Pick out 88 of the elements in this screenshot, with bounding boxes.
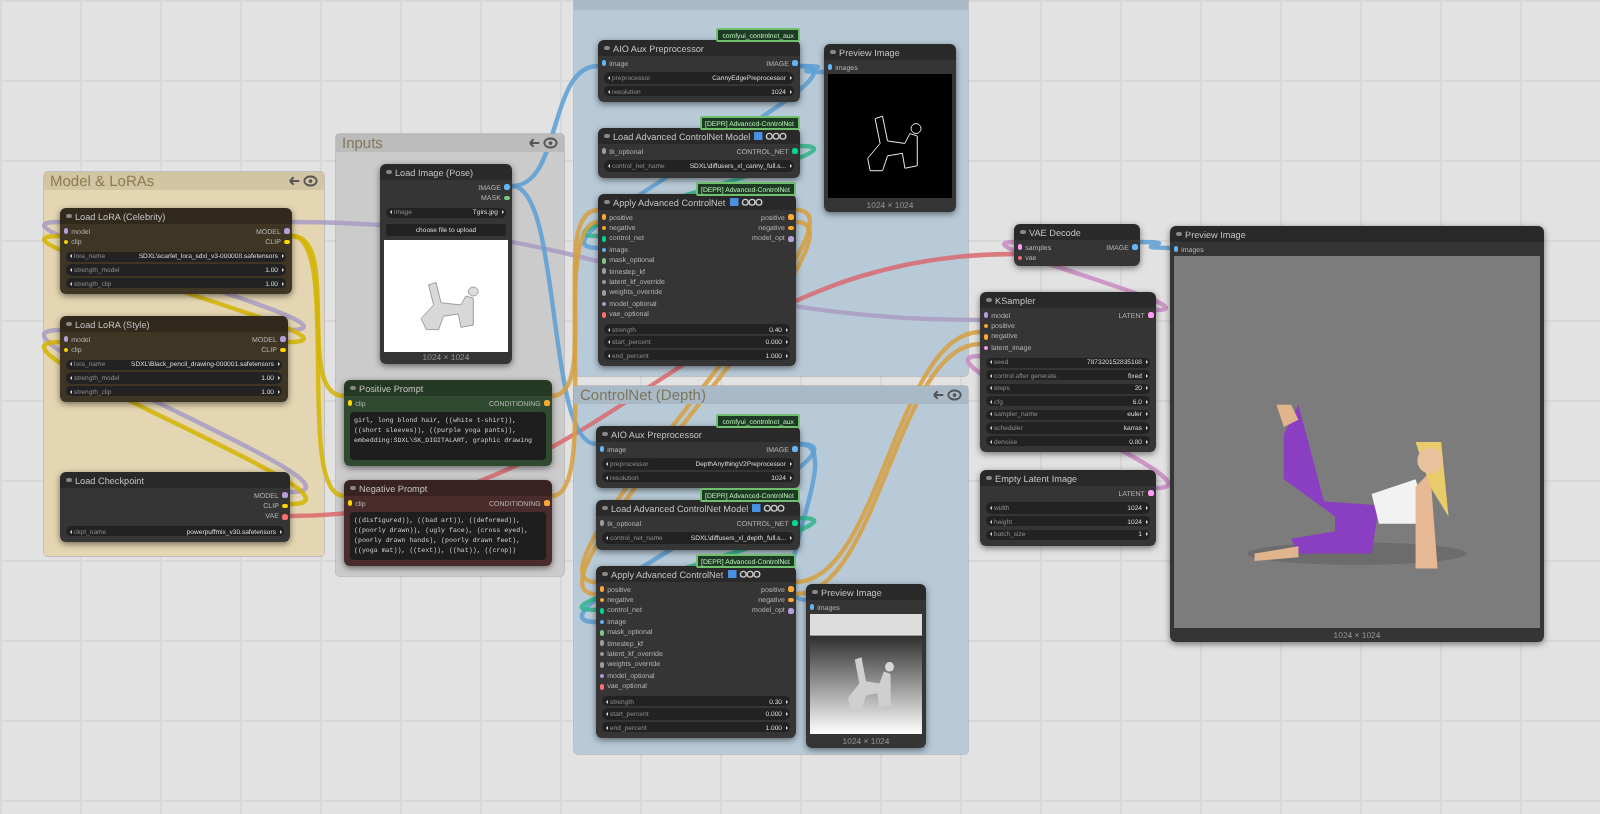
dot-icon[interactable]	[1176, 231, 1181, 237]
slot-dot-icon[interactable]	[601, 290, 607, 296]
slot-dot-icon[interactable]	[601, 301, 607, 307]
slot-dot-icon[interactable]	[283, 228, 289, 234]
slot-dot-icon[interactable]	[599, 597, 605, 603]
slot-dot-icon[interactable]	[599, 619, 605, 625]
slot-dot-icon[interactable]	[791, 446, 797, 452]
slot-dot-icon[interactable]	[787, 236, 793, 242]
slot-dot-icon[interactable]	[601, 279, 607, 285]
slot-dot-icon[interactable]	[601, 60, 607, 66]
slot-dot-icon[interactable]	[787, 214, 793, 220]
slot-dot-icon[interactable]	[601, 236, 607, 242]
dot-icon[interactable]	[604, 133, 609, 139]
dot-icon[interactable]	[986, 297, 991, 303]
slot-dot-icon[interactable]	[601, 268, 607, 274]
slot-dot-icon[interactable]	[599, 446, 605, 452]
slot-dot-icon[interactable]	[599, 683, 605, 689]
slot-dot-icon[interactable]	[983, 323, 989, 329]
slot-dot-icon[interactable]	[791, 148, 797, 154]
slot-dot-icon[interactable]	[281, 514, 287, 520]
slot-dot-icon[interactable]	[1017, 244, 1023, 250]
slot-dot-icon[interactable]	[791, 60, 797, 66]
dot-icon[interactable]	[602, 571, 607, 577]
slot-dot-icon[interactable]	[63, 239, 69, 245]
slot-dot-icon[interactable]	[983, 345, 989, 351]
slot-dot-icon[interactable]	[787, 597, 793, 603]
slot-dot-icon[interactable]	[1131, 244, 1137, 250]
arrow-eye-icon[interactable]	[932, 388, 962, 402]
dot-icon[interactable]	[604, 45, 609, 51]
slot-dot-icon[interactable]	[543, 500, 549, 506]
slot-dot-icon[interactable]	[791, 520, 797, 526]
slot-dot-icon[interactable]	[983, 334, 989, 340]
slot-dot-icon[interactable]	[601, 148, 607, 154]
slot-dot-icon[interactable]	[809, 604, 815, 610]
slot-dot-icon[interactable]	[347, 400, 353, 406]
slot-dot-icon[interactable]	[63, 228, 69, 234]
arrow-eye-icon[interactable]	[288, 174, 318, 188]
slot-dot-icon[interactable]	[503, 195, 509, 201]
dot-icon[interactable]	[604, 199, 609, 205]
arrow-eye-icon[interactable]	[528, 136, 558, 150]
status-indicator-icon[interactable]	[729, 197, 764, 207]
slot-dot-icon[interactable]	[601, 214, 607, 220]
slot-dot-icon[interactable]	[543, 400, 549, 406]
slot-dot-icon[interactable]	[283, 239, 289, 245]
slot-dot-icon[interactable]	[599, 629, 605, 636]
dot-icon[interactable]	[1020, 229, 1025, 235]
status-indicator-icon[interactable]	[752, 503, 787, 513]
slot-dot-icon[interactable]	[601, 257, 607, 264]
dot-icon[interactable]	[66, 213, 71, 219]
dot-icon[interactable]	[66, 477, 71, 483]
dot-icon[interactable]	[602, 431, 607, 437]
slot-dot-icon[interactable]	[599, 608, 605, 614]
dot-icon[interactable]	[986, 475, 991, 481]
slot-dot-icon[interactable]	[787, 608, 793, 614]
dot-icon[interactable]	[350, 485, 355, 491]
slot-dot-icon[interactable]	[279, 336, 285, 342]
slot-dot-icon[interactable]	[63, 336, 69, 342]
slot-dot-icon[interactable]	[787, 586, 793, 592]
slot-dot-icon[interactable]	[599, 673, 605, 679]
slot-dot-icon[interactable]	[63, 347, 69, 353]
slot-dot-icon[interactable]	[1147, 312, 1153, 318]
dot-icon[interactable]	[386, 169, 391, 175]
slot-dot-icon[interactable]	[599, 640, 605, 646]
slot-dot-icon[interactable]	[599, 662, 605, 668]
slot-dot-icon[interactable]	[601, 247, 607, 253]
slot-dot-icon[interactable]	[281, 492, 287, 498]
slot-dot-icon[interactable]	[787, 225, 793, 231]
slot-dot-icon[interactable]	[599, 651, 605, 657]
slot-dot-icon[interactable]	[599, 520, 605, 526]
slot-dot-icon[interactable]	[601, 311, 607, 317]
dot-icon[interactable]	[350, 385, 355, 391]
status-indicator-icon[interactable]	[754, 131, 789, 141]
slot-dot-icon[interactable]	[279, 347, 285, 353]
slot-dot-icon[interactable]	[599, 586, 605, 592]
slot-dot-icon[interactable]	[281, 503, 287, 509]
slot-dot-icon[interactable]	[601, 225, 607, 231]
dot-icon[interactable]	[602, 505, 607, 511]
slot-dot-icon[interactable]	[983, 312, 989, 318]
slot-dot-icon[interactable]	[1173, 246, 1179, 252]
slot-dot-icon[interactable]	[503, 184, 509, 190]
slot-dot-icon[interactable]	[1017, 255, 1023, 261]
dot-icon[interactable]	[66, 321, 71, 327]
dot-icon[interactable]	[830, 49, 835, 55]
slot-dot-icon[interactable]	[827, 64, 833, 70]
dot-icon[interactable]	[812, 589, 817, 595]
slot-dot-icon[interactable]	[347, 500, 353, 506]
status-indicator-icon[interactable]	[727, 569, 762, 579]
slot-dot-icon[interactable]	[1147, 490, 1153, 496]
